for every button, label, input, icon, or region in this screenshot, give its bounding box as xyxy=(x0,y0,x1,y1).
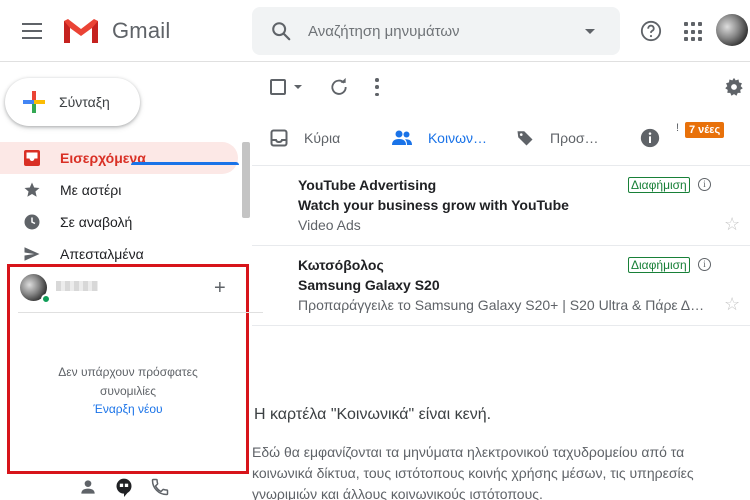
sidebar-item-label: Σε αναβολή xyxy=(60,214,133,230)
email-row[interactable]: Κωτσόβολος Διαφήμιση i Samsung Galaxy S2… xyxy=(252,246,750,326)
tag-icon xyxy=(517,131,533,146)
compose-label: Σύνταξη xyxy=(59,94,110,110)
phone-icon[interactable] xyxy=(150,477,170,497)
active-tab-indicator xyxy=(131,162,239,165)
empty-line: Δεν υπάρχουν πρόσφατες xyxy=(58,365,198,379)
hangouts-panel: + Δεν υπάρχουν πρόσφατες συνομιλίες Έναρ… xyxy=(7,264,263,474)
contacts-person-icon[interactable] xyxy=(78,477,98,497)
search-bar[interactable] xyxy=(252,7,620,55)
people-icon xyxy=(392,130,412,145)
sidebar-item-label: Με αστέρι xyxy=(60,182,122,198)
online-status-indicator xyxy=(41,294,51,304)
select-all-checkbox[interactable] xyxy=(270,79,286,95)
email-row[interactable]: YouTube Advertising Διαφήμιση i Watch yo… xyxy=(252,166,750,246)
hangouts-bottom-bar xyxy=(78,475,172,499)
help-icon[interactable] xyxy=(640,20,662,42)
inbox-tab-icon xyxy=(270,129,288,147)
ad-badge: Διαφήμιση xyxy=(628,257,690,273)
tab-label: Κύρια xyxy=(304,130,341,146)
main-menu-icon[interactable] xyxy=(20,20,44,42)
no-recent-chats-text: Δεν υπάρχουν πρόσφατες συνομιλίες xyxy=(10,363,246,401)
new-chat-plus-icon[interactable]: + xyxy=(214,278,226,298)
star-icon xyxy=(22,180,42,200)
category-tabs: Κύρια Κοινων… Προσ… xyxy=(252,110,750,166)
tab-label: Κοινων… xyxy=(428,130,487,146)
new-count-badge: 7 νέες xyxy=(685,122,725,138)
empty-line: συνομιλίες xyxy=(99,384,157,398)
tab-updates[interactable] xyxy=(640,110,660,166)
app-name: Gmail xyxy=(112,18,171,43)
clock-icon xyxy=(22,212,42,232)
sidebar-item-inbox[interactable]: Εισερχόμενα xyxy=(0,142,238,174)
inbox-icon xyxy=(22,148,42,168)
ad-info-icon[interactable]: i xyxy=(698,178,711,191)
hangouts-chat-icon[interactable] xyxy=(114,477,134,497)
search-icon[interactable] xyxy=(270,20,292,42)
ad-info-icon[interactable]: i xyxy=(698,258,711,271)
ad-badge: Διαφήμιση xyxy=(628,177,690,193)
sidebar-item-label: Απεσταλμένα xyxy=(60,246,144,262)
top-bar: Gmail xyxy=(0,0,750,62)
email-snippet: Video Ads xyxy=(298,217,361,233)
tab-primary[interactable]: Κύρια xyxy=(270,110,340,166)
empty-tab-title: Η καρτέλα "Κοινωνικά" είναι κενή. xyxy=(254,406,492,423)
compose-button[interactable]: Σύνταξη xyxy=(5,78,140,126)
empty-tab-description: Εδώ θα εμφανίζονται τα μηνύματα ηλεκτρον… xyxy=(252,444,694,500)
send-icon xyxy=(22,244,42,264)
new-badge-mark: ! xyxy=(676,122,680,134)
sidebar-scrollbar[interactable] xyxy=(242,142,250,218)
search-input[interactable] xyxy=(308,18,568,44)
apps-grid-icon[interactable] xyxy=(684,22,704,42)
select-options-icon[interactable] xyxy=(294,85,302,89)
tab-label: Προσ… xyxy=(550,130,599,146)
gmail-m-icon xyxy=(64,19,98,43)
compose-plus-icon xyxy=(23,91,45,113)
sidebar-item-starred[interactable]: Με αστέρι xyxy=(0,174,238,206)
tab-social[interactable]: Κοινων… xyxy=(392,110,487,166)
divider xyxy=(18,312,263,313)
star-toggle-icon[interactable]: ☆ xyxy=(724,295,740,313)
hangouts-user-name[interactable] xyxy=(56,281,98,291)
gmail-logo[interactable]: Gmail xyxy=(62,17,170,45)
email-sender: YouTube Advertising xyxy=(298,177,437,193)
email-snippet: Προπαράγγειλε το Samsung Galaxy S20+ | S… xyxy=(298,297,705,313)
start-new-chat-link[interactable]: Έναρξη νέου xyxy=(10,402,246,416)
email-subject: Samsung Galaxy S20 xyxy=(298,277,440,293)
tab-promotions[interactable]: Προσ… xyxy=(516,110,599,166)
email-subject: Watch your business grow with YouTube xyxy=(298,197,569,213)
info-icon xyxy=(640,128,660,148)
star-toggle-icon[interactable]: ☆ xyxy=(724,215,740,233)
settings-gear-icon[interactable] xyxy=(724,77,744,97)
account-avatar[interactable] xyxy=(716,14,748,46)
sidebar-item-snoozed[interactable]: Σε αναβολή xyxy=(0,206,238,238)
more-options-icon[interactable] xyxy=(374,78,380,96)
search-options-icon[interactable] xyxy=(585,29,595,34)
refresh-icon[interactable] xyxy=(329,77,349,97)
email-sender: Κωτσόβολος xyxy=(298,257,384,273)
message-list-toolbar xyxy=(252,62,750,110)
